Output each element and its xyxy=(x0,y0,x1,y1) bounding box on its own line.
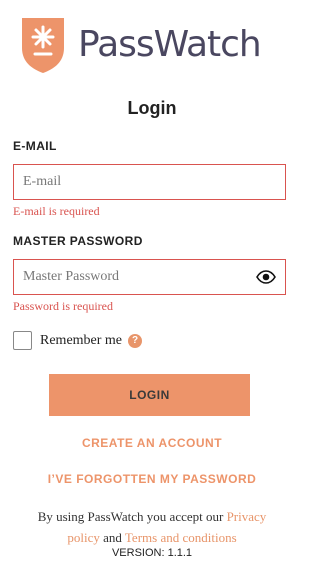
create-account-link[interactable]: CREATE AN ACCOUNT xyxy=(0,436,304,450)
password-error: Password is required xyxy=(13,299,113,313)
email-error: E-mail is required xyxy=(13,204,100,218)
remember-me-checkbox[interactable] xyxy=(13,331,32,350)
password-label: MASTER PASSWORD xyxy=(13,234,143,248)
help-icon[interactable]: ? xyxy=(128,333,143,348)
asterisk-shield-icon xyxy=(22,17,64,73)
password-field-wrapper xyxy=(13,259,286,295)
page-title: Login xyxy=(127,98,177,118)
remember-me-label[interactable]: Remember me xyxy=(40,333,122,349)
email-input[interactable] xyxy=(14,165,285,199)
legal-conjunction: and xyxy=(99,530,125,545)
brand-name: PassWatch xyxy=(78,24,262,65)
legal-prefix: By using PassWatch you accept our xyxy=(37,509,227,524)
terms-link[interactable]: Terms and conditions xyxy=(125,530,237,545)
remember-me-row: Remember me ? xyxy=(13,331,143,350)
login-button[interactable]: LOGIN xyxy=(49,374,250,416)
forgot-password-link[interactable]: I’VE FORGOTTEN MY PASSWORD xyxy=(0,472,304,486)
email-label: E-MAIL xyxy=(13,139,57,153)
password-input[interactable] xyxy=(14,260,256,294)
legal-notice: By using PassWatch you accept our Privac… xyxy=(20,506,284,548)
email-field-wrapper xyxy=(13,164,286,200)
version-label: VERSION: 1.1.1 xyxy=(111,547,193,559)
brand-logo: PassWatch xyxy=(20,17,262,73)
eye-icon[interactable] xyxy=(256,270,276,284)
